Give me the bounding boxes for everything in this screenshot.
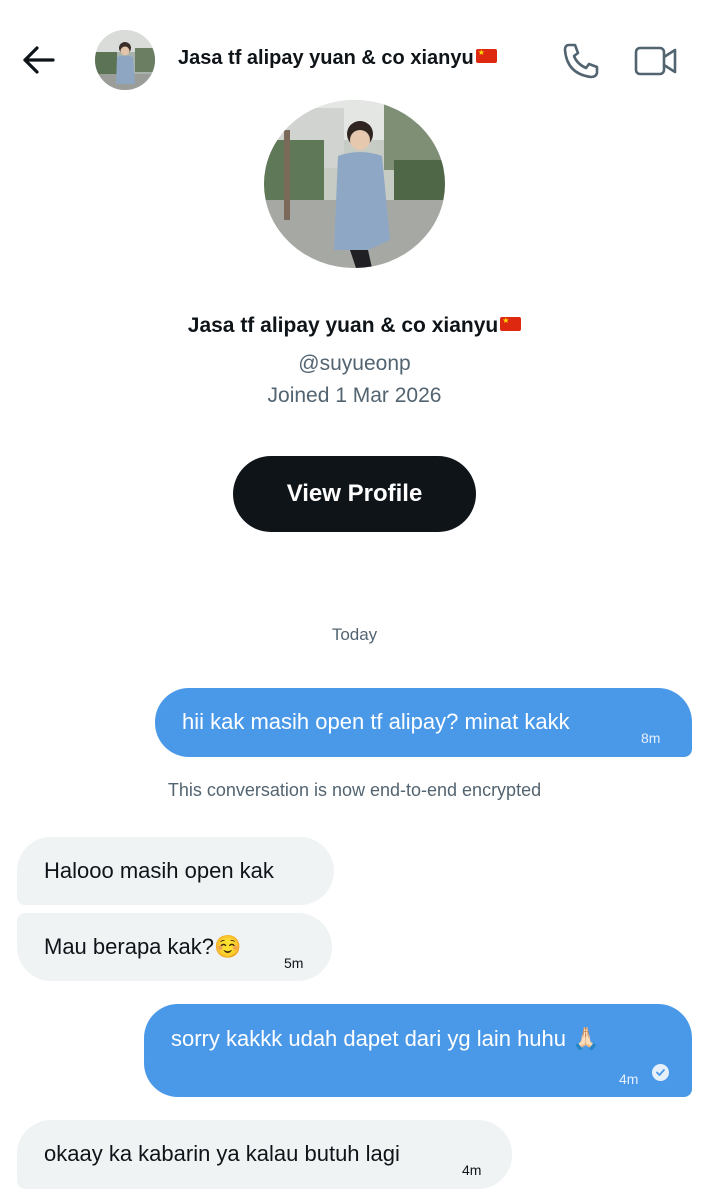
video-camera-icon (634, 46, 677, 76)
read-check-icon (652, 1064, 669, 1081)
header-name[interactable]: Jasa tf alipay yuan & co xianyu (178, 47, 497, 70)
phone-icon (563, 43, 599, 79)
message-text: Mau berapa kak?☺️ (44, 934, 242, 959)
encryption-notice: This conversation is now end-to-end encr… (167, 780, 542, 800)
message-time: 8m (641, 730, 661, 746)
back-arrow-icon (23, 46, 55, 74)
message-text: Halooo masih open kak (44, 858, 274, 883)
message-text: sorry kakkk udah dapet dari yg lain huhu… (171, 1026, 600, 1051)
profile-joined-date: Joined 1 Mar 2026 (267, 384, 442, 407)
view-profile-button[interactable]: View Profile (233, 456, 476, 532)
profile-avatar[interactable] (264, 100, 445, 268)
message-bubble-sent[interactable]: sorry kakkk udah dapet dari yg lain huhu… (144, 1004, 692, 1097)
china-flag-icon (475, 48, 497, 63)
profile-name-text: Jasa tf alipay yuan & co xianyu (187, 314, 499, 337)
message-time: 4m (619, 1071, 639, 1087)
message-bubble-received[interactable]: Mau berapa kak?☺️ 5m (17, 913, 332, 981)
message-bubble-received[interactable]: Halooo masih open kak (17, 837, 334, 905)
message-bubble-received[interactable]: okaay ka kabarin ya kalau butuh lagi 4m (17, 1120, 512, 1189)
profile-handle: @suyueonp (298, 352, 411, 375)
video-call-button[interactable] (633, 40, 679, 82)
day-separator: Today (331, 625, 378, 644)
profile-name: Jasa tf alipay yuan & co xianyu (0, 314, 709, 338)
back-button[interactable] (18, 40, 58, 80)
message-bubble-sent[interactable]: hii kak masih open tf alipay? minat kakk… (155, 688, 692, 757)
header-name-text: Jasa tf alipay yuan & co xianyu (178, 47, 474, 69)
header-avatar[interactable] (95, 30, 155, 90)
voice-call-button[interactable] (560, 40, 602, 82)
message-time: 5m (284, 955, 304, 971)
message-time: 4m (462, 1162, 482, 1178)
message-text: hii kak masih open tf alipay? minat kakk (182, 709, 570, 734)
message-text: okaay ka kabarin ya kalau butuh lagi (44, 1141, 400, 1166)
china-flag-icon (500, 316, 522, 331)
